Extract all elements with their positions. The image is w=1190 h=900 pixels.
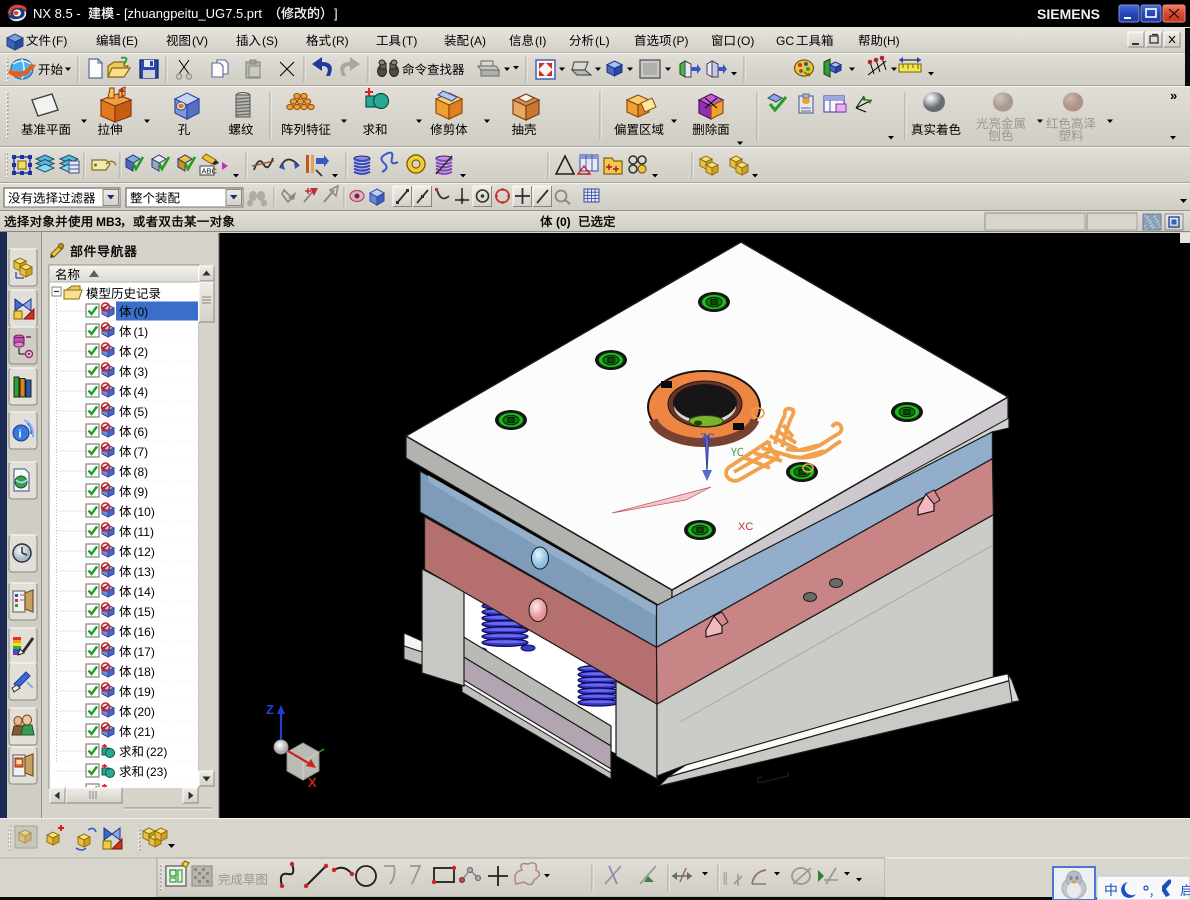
svg-text:(L): (L)	[595, 34, 610, 48]
svg-text:]: ]	[334, 6, 338, 21]
svg-text:(5): (5)	[134, 405, 149, 419]
svg-text:ZC: ZC	[700, 432, 715, 444]
svg-text:(12): (12)	[134, 545, 155, 559]
svg-text:NX 8.5 -: NX 8.5 -	[33, 6, 81, 21]
svg-text:i: i	[19, 429, 22, 441]
svg-text:(V): (V)	[192, 34, 208, 48]
svg-text:X: X	[308, 775, 317, 790]
svg-text:(0): (0)	[556, 215, 571, 229]
svg-text:∥: ∥	[722, 870, 729, 885]
svg-text:(9): (9)	[134, 485, 149, 499]
svg-text:GC: GC	[776, 34, 794, 48]
svg-text:(17): (17)	[134, 645, 155, 659]
svg-text:(11): (11)	[134, 525, 154, 539]
svg-text:(0): (0)	[134, 305, 149, 319]
svg-text:MB3: MB3	[96, 215, 122, 229]
svg-text:(23): (23)	[146, 765, 167, 779]
svg-text:(H): (H)	[883, 34, 900, 48]
svg-text:(3): (3)	[134, 365, 149, 379]
svg-text:(13): (13)	[134, 565, 155, 579]
svg-text:(I): (I)	[535, 34, 546, 48]
svg-text:(20): (20)	[134, 705, 155, 719]
svg-text:ABC: ABC	[202, 167, 218, 176]
svg-text:(2): (2)	[134, 345, 149, 359]
svg-text:- [zhuangpeitu_UG7.5.prt: - [zhuangpeitu_UG7.5.prt	[116, 6, 262, 21]
svg-text:Z: Z	[266, 702, 274, 717]
svg-text:(F): (F)	[52, 34, 67, 48]
svg-text:SIEMENS: SIEMENS	[1037, 6, 1100, 22]
svg-text:(1): (1)	[134, 325, 149, 339]
svg-text:(18): (18)	[134, 665, 155, 679]
svg-text:XC: XC	[738, 521, 753, 533]
svg-text:(6): (6)	[134, 425, 149, 439]
svg-text:(15): (15)	[134, 605, 155, 619]
svg-text:(22): (22)	[146, 745, 167, 759]
svg-text:(8): (8)	[134, 465, 149, 479]
svg-text:(S): (S)	[262, 34, 278, 48]
svg-text:»: »	[1170, 88, 1177, 103]
svg-text:(E): (E)	[122, 34, 138, 48]
svg-text:(P): (P)	[673, 34, 689, 48]
svg-text:(16): (16)	[134, 625, 155, 639]
svg-text:，: ，	[1149, 887, 1160, 899]
svg-text:(21): (21)	[134, 725, 155, 739]
svg-text:(19): (19)	[134, 685, 155, 699]
svg-text:(R): (R)	[332, 34, 349, 48]
svg-text:(4): (4)	[134, 385, 149, 399]
svg-text:(A): (A)	[470, 34, 486, 48]
svg-text:(O): (O)	[737, 34, 754, 48]
svg-text:(14): (14)	[134, 585, 155, 599]
svg-text:(10): (10)	[134, 505, 155, 519]
svg-text:(T): (T)	[402, 34, 417, 48]
svg-text:(7): (7)	[134, 445, 149, 459]
